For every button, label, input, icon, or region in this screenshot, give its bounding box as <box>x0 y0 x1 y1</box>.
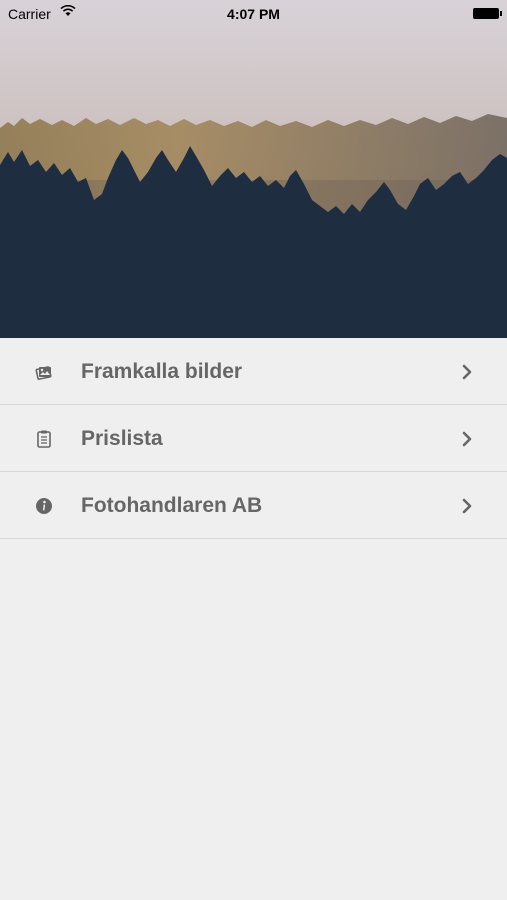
status-bar: Carrier 4:07 PM <box>0 0 507 28</box>
menu-item-framkalla-bilder[interactable]: Framkalla bilder <box>0 338 507 405</box>
info-icon <box>36 498 52 514</box>
chevron-right-icon <box>462 498 472 514</box>
main-menu: Framkalla bilder Prislista Fotohandlaren… <box>0 338 507 539</box>
battery-icon <box>473 8 502 19</box>
menu-item-fotohandlaren-ab[interactable]: Fotohandlaren AB <box>0 472 507 539</box>
clipboard-icon <box>37 430 51 448</box>
chevron-right-icon <box>462 364 472 380</box>
status-time: 4:07 PM <box>227 6 280 22</box>
menu-item-prislista[interactable]: Prislista <box>0 405 507 472</box>
header-forest-image <box>0 0 507 338</box>
menu-item-label: Fotohandlaren AB <box>81 494 263 517</box>
menu-item-label: Prislista <box>81 427 163 450</box>
chevron-right-icon <box>462 431 472 447</box>
forest-illustration <box>0 0 507 338</box>
photos-icon <box>35 366 52 380</box>
menu-item-label: Framkalla bilder <box>81 360 243 383</box>
